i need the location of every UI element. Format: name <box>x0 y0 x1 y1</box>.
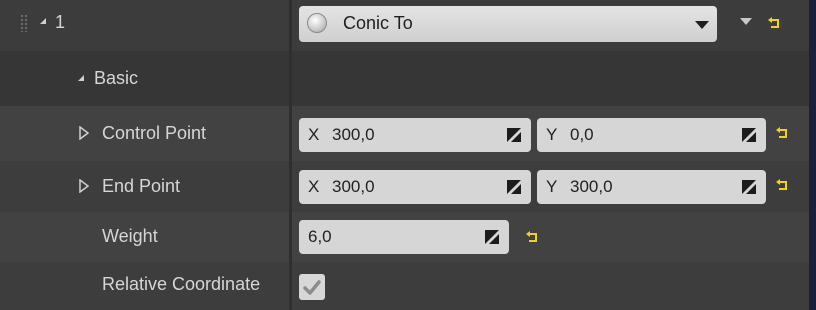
property-label: Control Point <box>102 123 207 143</box>
type-dropdown[interactable]: Conic To <box>299 6 717 42</box>
x-axis-label: X <box>308 125 320 144</box>
y-input[interactable]: Y 300,0 <box>537 170 766 204</box>
x-value: 300,0 <box>332 177 375 196</box>
relative-coordinates-checkbox[interactable] <box>299 274 325 300</box>
property-row-weight: Weight 6,0 <box>0 212 809 262</box>
property-label: End Point <box>102 176 181 196</box>
y-value: 0,0 <box>570 125 594 144</box>
radio-icon <box>307 13 327 33</box>
chevron-down-icon <box>695 21 709 29</box>
reset-to-default-icon[interactable] <box>768 17 782 29</box>
drag-handle-icon[interactable] <box>507 180 521 194</box>
property-label: Weight <box>102 226 158 246</box>
drag-handle-icon[interactable] <box>507 128 521 142</box>
y-axis-label: Y <box>546 125 558 144</box>
checkmark-icon <box>303 280 321 295</box>
expand-arrow-icon[interactable] <box>79 126 89 140</box>
y-axis-label: Y <box>546 177 558 196</box>
x-value: 300,0 <box>332 125 375 144</box>
reset-to-default-icon[interactable] <box>526 231 540 243</box>
y-value: 300,0 <box>570 177 613 196</box>
x-input[interactable]: X 300,0 <box>299 170 531 204</box>
property-row-control-point: Control Point X 300,0 Y 0,0 <box>0 106 809 161</box>
collapse-arrow-icon[interactable] <box>78 75 84 81</box>
property-row-end-point: End Point X 300,0 Y 300,0 <box>0 161 809 212</box>
element-options-caret-icon[interactable] <box>740 18 752 25</box>
category-basic[interactable]: Basic <box>0 51 809 107</box>
weight-value: 6,0 <box>308 227 332 246</box>
property-label: Relative Coordinate <box>102 274 261 294</box>
array-element-header: 1 Conic To <box>0 0 809 53</box>
element-index: 1 <box>55 12 66 32</box>
type-dropdown-value: Conic To <box>343 13 413 33</box>
drag-handle-icon[interactable] <box>742 128 756 142</box>
category-label: Basic <box>94 68 139 88</box>
drag-handle-icon[interactable] <box>742 180 756 194</box>
collapse-arrow-icon[interactable] <box>40 18 46 24</box>
x-input[interactable]: X 300,0 <box>299 118 531 152</box>
grip-icon[interactable] <box>20 14 28 32</box>
weight-input[interactable]: 6,0 <box>299 220 509 254</box>
column-divider[interactable] <box>289 0 292 310</box>
reset-to-default-icon[interactable] <box>776 179 790 191</box>
reset-to-default-icon[interactable] <box>776 127 790 139</box>
drag-handle-icon[interactable] <box>485 230 499 244</box>
expand-arrow-icon[interactable] <box>79 179 89 193</box>
details-panel: 1 Conic To Basic Control Point X 300,0 Y… <box>0 0 809 310</box>
y-input[interactable]: Y 0,0 <box>537 118 766 152</box>
x-axis-label: X <box>308 177 320 196</box>
property-row-relative-coordinates: Relative Coordinate <box>0 262 809 310</box>
